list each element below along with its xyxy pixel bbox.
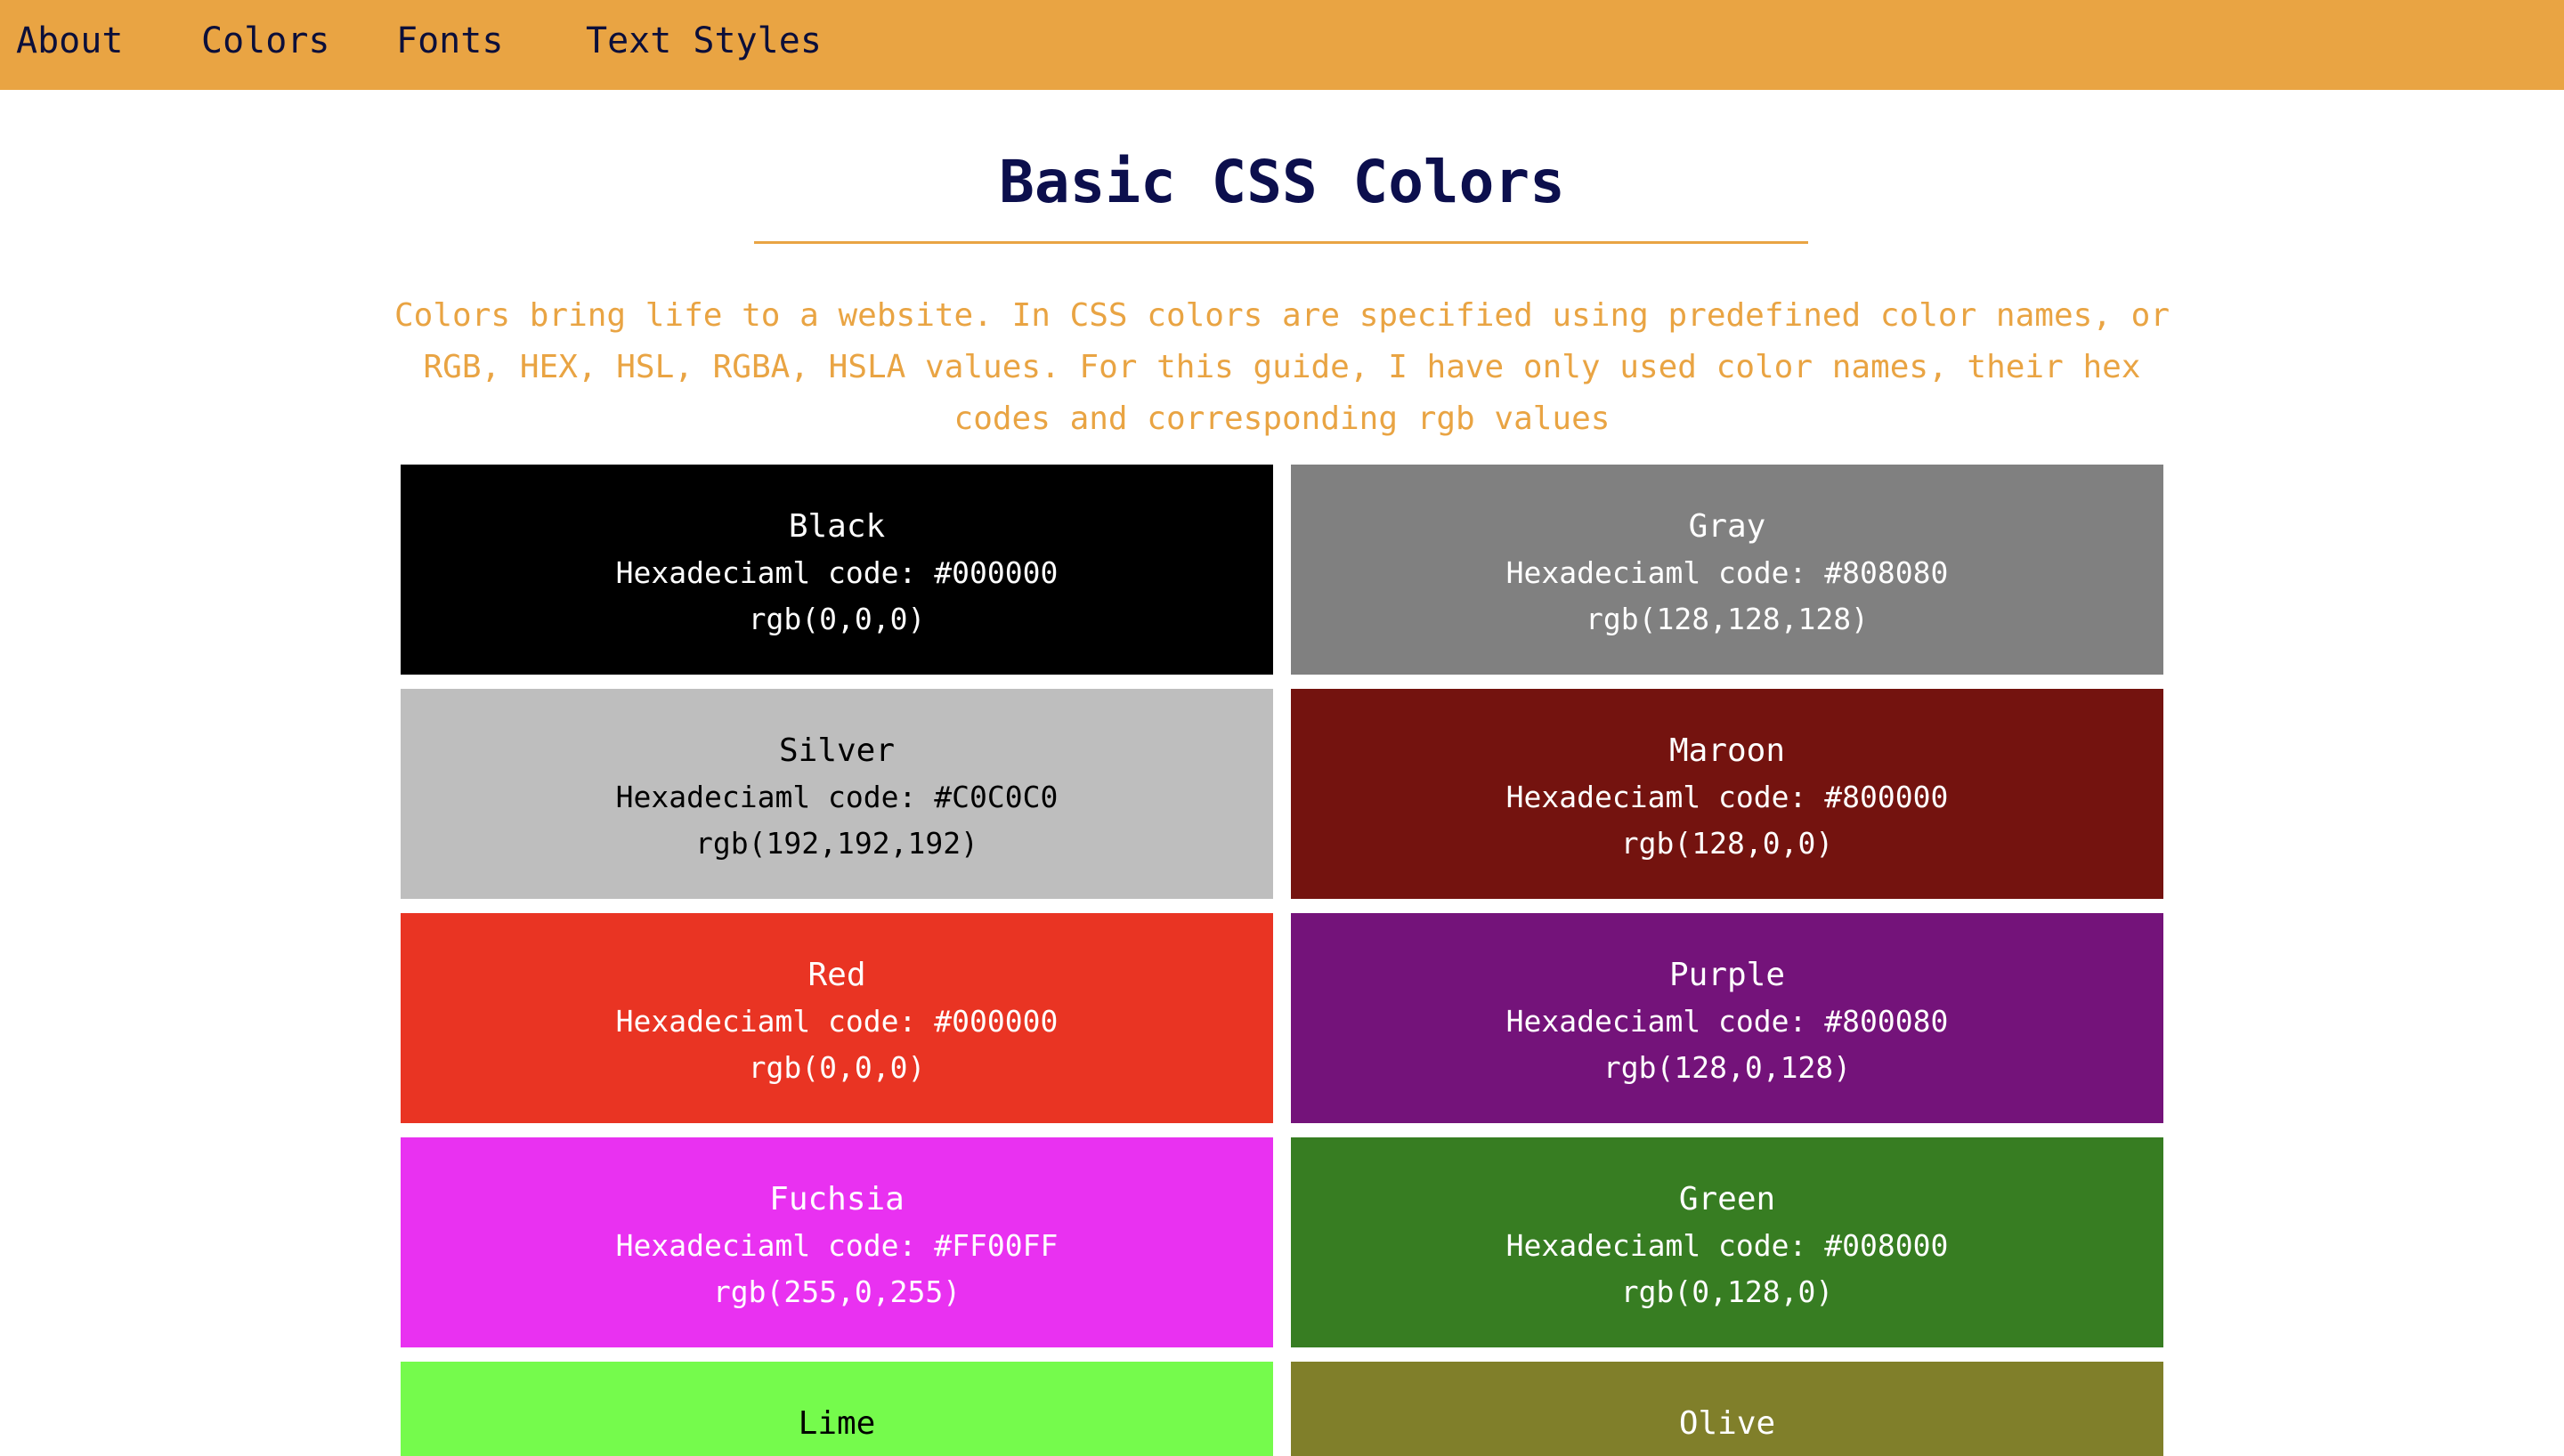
swatch-name: Gray [1688, 508, 1766, 545]
swatch-hex: Hexadeciaml code: #C0C0C0 [615, 780, 1059, 814]
swatch-rgb: rgb(0,0,0) [748, 1050, 926, 1085]
swatch-name: Olive [1678, 1405, 1776, 1442]
swatch-lime: Lime [401, 1362, 1273, 1456]
top-navbar: About Colors Fonts Text Styles [0, 0, 2564, 90]
swatch-silver: Silver Hexadeciaml code: #C0C0C0 rgb(192… [401, 689, 1273, 899]
swatch-hex: Hexadeciaml code: #808080 [1505, 555, 1949, 590]
swatch-name: Fuchsia [769, 1181, 905, 1217]
swatch-green: Green Hexadeciaml code: #008000 rgb(0,12… [1291, 1137, 2163, 1347]
nav-link-fonts[interactable]: Fonts [396, 16, 503, 66]
swatch-rgb: rgb(192,192,192) [695, 826, 978, 861]
swatch-rgb: rgb(255,0,255) [712, 1274, 961, 1309]
swatch-maroon: Maroon Hexadeciaml code: #800000 rgb(128… [1291, 689, 2163, 899]
page-title: Basic CSS Colors [999, 148, 1565, 216]
swatch-name: Purple [1668, 957, 1786, 993]
swatch-red: Red Hexadeciaml code: #000000 rgb(0,0,0) [401, 913, 1273, 1123]
swatch-rgb: rgb(0,0,0) [748, 602, 926, 636]
swatch-hex: Hexadeciaml code: #FF00FF [615, 1228, 1059, 1263]
intro-paragraph: Colors bring life to a website. In CSS c… [394, 297, 2170, 437]
swatch-name: Green [1678, 1181, 1776, 1217]
swatch-hex: Hexadeciaml code: #000000 [615, 1004, 1059, 1039]
swatch-rgb: rgb(128,128,128) [1586, 602, 1869, 636]
swatch-name: Red [807, 957, 866, 993]
swatch-rgb: rgb(128,0,128) [1602, 1050, 1852, 1085]
swatch-gray: Gray Hexadeciaml code: #808080 rgb(128,1… [1291, 465, 2163, 675]
title-divider [754, 241, 1808, 244]
nav-link-colors[interactable]: Colors [201, 16, 330, 66]
swatch-rgb: rgb(0,128,0) [1620, 1274, 1834, 1309]
swatch-rgb: rgb(128,0,0) [1620, 826, 1834, 861]
nav-link-about[interactable]: About [16, 16, 123, 66]
nav-link-text-styles[interactable]: Text Styles [586, 16, 822, 66]
swatch-name: Black [788, 508, 886, 545]
swatch-hex: Hexadeciaml code: #008000 [1505, 1228, 1949, 1263]
swatch-hex: Hexadeciaml code: #800000 [1505, 780, 1949, 814]
swatch-hex: Hexadeciaml code: #000000 [615, 555, 1059, 590]
swatch-name: Silver [778, 732, 896, 769]
swatch-name: Lime [798, 1405, 876, 1442]
swatch-purple: Purple Hexadeciaml code: #800080 rgb(128… [1291, 913, 2163, 1123]
swatch-olive: Olive [1291, 1362, 2163, 1456]
swatch-hex: Hexadeciaml code: #800080 [1505, 1004, 1949, 1039]
swatch-black: Black Hexadeciaml code: #000000 rgb(0,0,… [401, 465, 1273, 675]
swatch-fuchsia: Fuchsia Hexadeciaml code: #FF00FF rgb(25… [401, 1137, 1273, 1347]
swatch-name: Maroon [1668, 732, 1786, 769]
